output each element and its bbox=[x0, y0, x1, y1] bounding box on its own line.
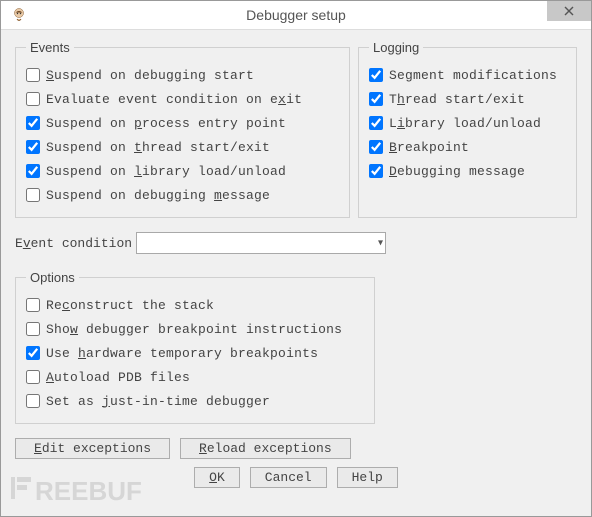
logging-item: Debugging message bbox=[369, 159, 566, 183]
titlebar: Debugger setup bbox=[1, 1, 591, 30]
events-item: Suspend on library load/unload bbox=[26, 159, 339, 183]
events-label[interactable]: Suspend on library load/unload bbox=[46, 164, 286, 179]
logging-checkbox-0[interactable] bbox=[369, 68, 383, 82]
events-item: Suspend on thread start/exit bbox=[26, 135, 339, 159]
dialog-button-row: OK Cancel Help bbox=[15, 467, 577, 488]
close-button[interactable] bbox=[547, 1, 591, 21]
events-checkbox-1[interactable] bbox=[26, 92, 40, 106]
logging-legend: Logging bbox=[369, 40, 423, 55]
options-label[interactable]: Use hardware temporary breakpoints bbox=[46, 346, 318, 361]
logging-checkbox-4[interactable] bbox=[369, 164, 383, 178]
logging-item: Thread start/exit bbox=[369, 87, 566, 111]
events-checkbox-2[interactable] bbox=[26, 116, 40, 130]
options-label[interactable]: Reconstruct the stack bbox=[46, 298, 214, 313]
edit-exceptions-button[interactable]: Edit exceptions bbox=[15, 438, 170, 459]
events-legend: Events bbox=[26, 40, 74, 55]
window-title: Debugger setup bbox=[1, 7, 591, 23]
events-checkbox-5[interactable] bbox=[26, 188, 40, 202]
options-checkbox-4[interactable] bbox=[26, 394, 40, 408]
events-label[interactable]: Evaluate event condition on exit bbox=[46, 92, 302, 107]
options-group: Options Reconstruct the stack Show debugg… bbox=[15, 270, 375, 424]
events-item: Suspend on debugging start bbox=[26, 63, 339, 87]
options-checkbox-1[interactable] bbox=[26, 322, 40, 336]
options-checkbox-0[interactable] bbox=[26, 298, 40, 312]
options-label[interactable]: Set as just-in-time debugger bbox=[46, 394, 270, 409]
options-item: Use hardware temporary breakpoints bbox=[26, 341, 364, 365]
options-item: Set as just-in-time debugger bbox=[26, 389, 364, 413]
options-legend: Options bbox=[26, 270, 79, 285]
events-item: Suspend on debugging message bbox=[26, 183, 339, 207]
events-label[interactable]: Suspend on process entry point bbox=[46, 116, 286, 131]
close-icon bbox=[564, 6, 574, 16]
event-condition-row: Event condition ▾ bbox=[15, 232, 577, 254]
logging-item: Segment modifications bbox=[369, 63, 566, 87]
logging-checkbox-1[interactable] bbox=[369, 92, 383, 106]
events-checkbox-0[interactable] bbox=[26, 68, 40, 82]
logging-label[interactable]: Thread start/exit bbox=[389, 92, 525, 107]
event-condition-label: Event condition bbox=[15, 236, 132, 251]
app-icon bbox=[9, 5, 29, 25]
options-label[interactable]: Autoload PDB files bbox=[46, 370, 190, 385]
logging-item: Library load/unload bbox=[369, 111, 566, 135]
options-label[interactable]: Show debugger breakpoint instructions bbox=[46, 322, 342, 337]
logging-label[interactable]: Breakpoint bbox=[389, 140, 469, 155]
events-checkbox-4[interactable] bbox=[26, 164, 40, 178]
ok-button[interactable]: OK bbox=[194, 467, 240, 488]
options-item: Show debugger breakpoint instructions bbox=[26, 317, 364, 341]
logging-group: Logging Segment modifications Thread star… bbox=[358, 40, 577, 218]
logging-label[interactable]: Debugging message bbox=[389, 164, 525, 179]
help-button[interactable]: Help bbox=[337, 467, 398, 488]
events-label[interactable]: Suspend on thread start/exit bbox=[46, 140, 270, 155]
logging-label[interactable]: Segment modifications bbox=[389, 68, 557, 83]
events-group: Events Suspend on debugging start Evaluat… bbox=[15, 40, 350, 218]
cancel-button[interactable]: Cancel bbox=[250, 467, 327, 488]
logging-checkbox-3[interactable] bbox=[369, 140, 383, 154]
logging-checkbox-2[interactable] bbox=[369, 116, 383, 130]
dialog-window: Debugger setup Events Suspend on debuggi… bbox=[0, 0, 592, 517]
options-checkbox-3[interactable] bbox=[26, 370, 40, 384]
options-item: Autoload PDB files bbox=[26, 365, 364, 389]
dialog-body: Events Suspend on debugging start Evaluat… bbox=[1, 30, 591, 516]
events-checkbox-3[interactable] bbox=[26, 140, 40, 154]
events-item: Suspend on process entry point bbox=[26, 111, 339, 135]
options-item: Reconstruct the stack bbox=[26, 293, 364, 317]
logging-label[interactable]: Library load/unload bbox=[389, 116, 541, 131]
events-item: Evaluate event condition on exit bbox=[26, 87, 339, 111]
events-label[interactable]: Suspend on debugging start bbox=[46, 68, 254, 83]
events-label[interactable]: Suspend on debugging message bbox=[46, 188, 270, 203]
reload-exceptions-button[interactable]: Reload exceptions bbox=[180, 438, 351, 459]
logging-item: Breakpoint bbox=[369, 135, 566, 159]
options-checkbox-2[interactable] bbox=[26, 346, 40, 360]
exception-button-row: Edit exceptions Reload exceptions bbox=[15, 438, 577, 459]
chevron-down-icon: ▾ bbox=[378, 238, 383, 249]
event-condition-combo[interactable]: ▾ bbox=[136, 232, 386, 254]
